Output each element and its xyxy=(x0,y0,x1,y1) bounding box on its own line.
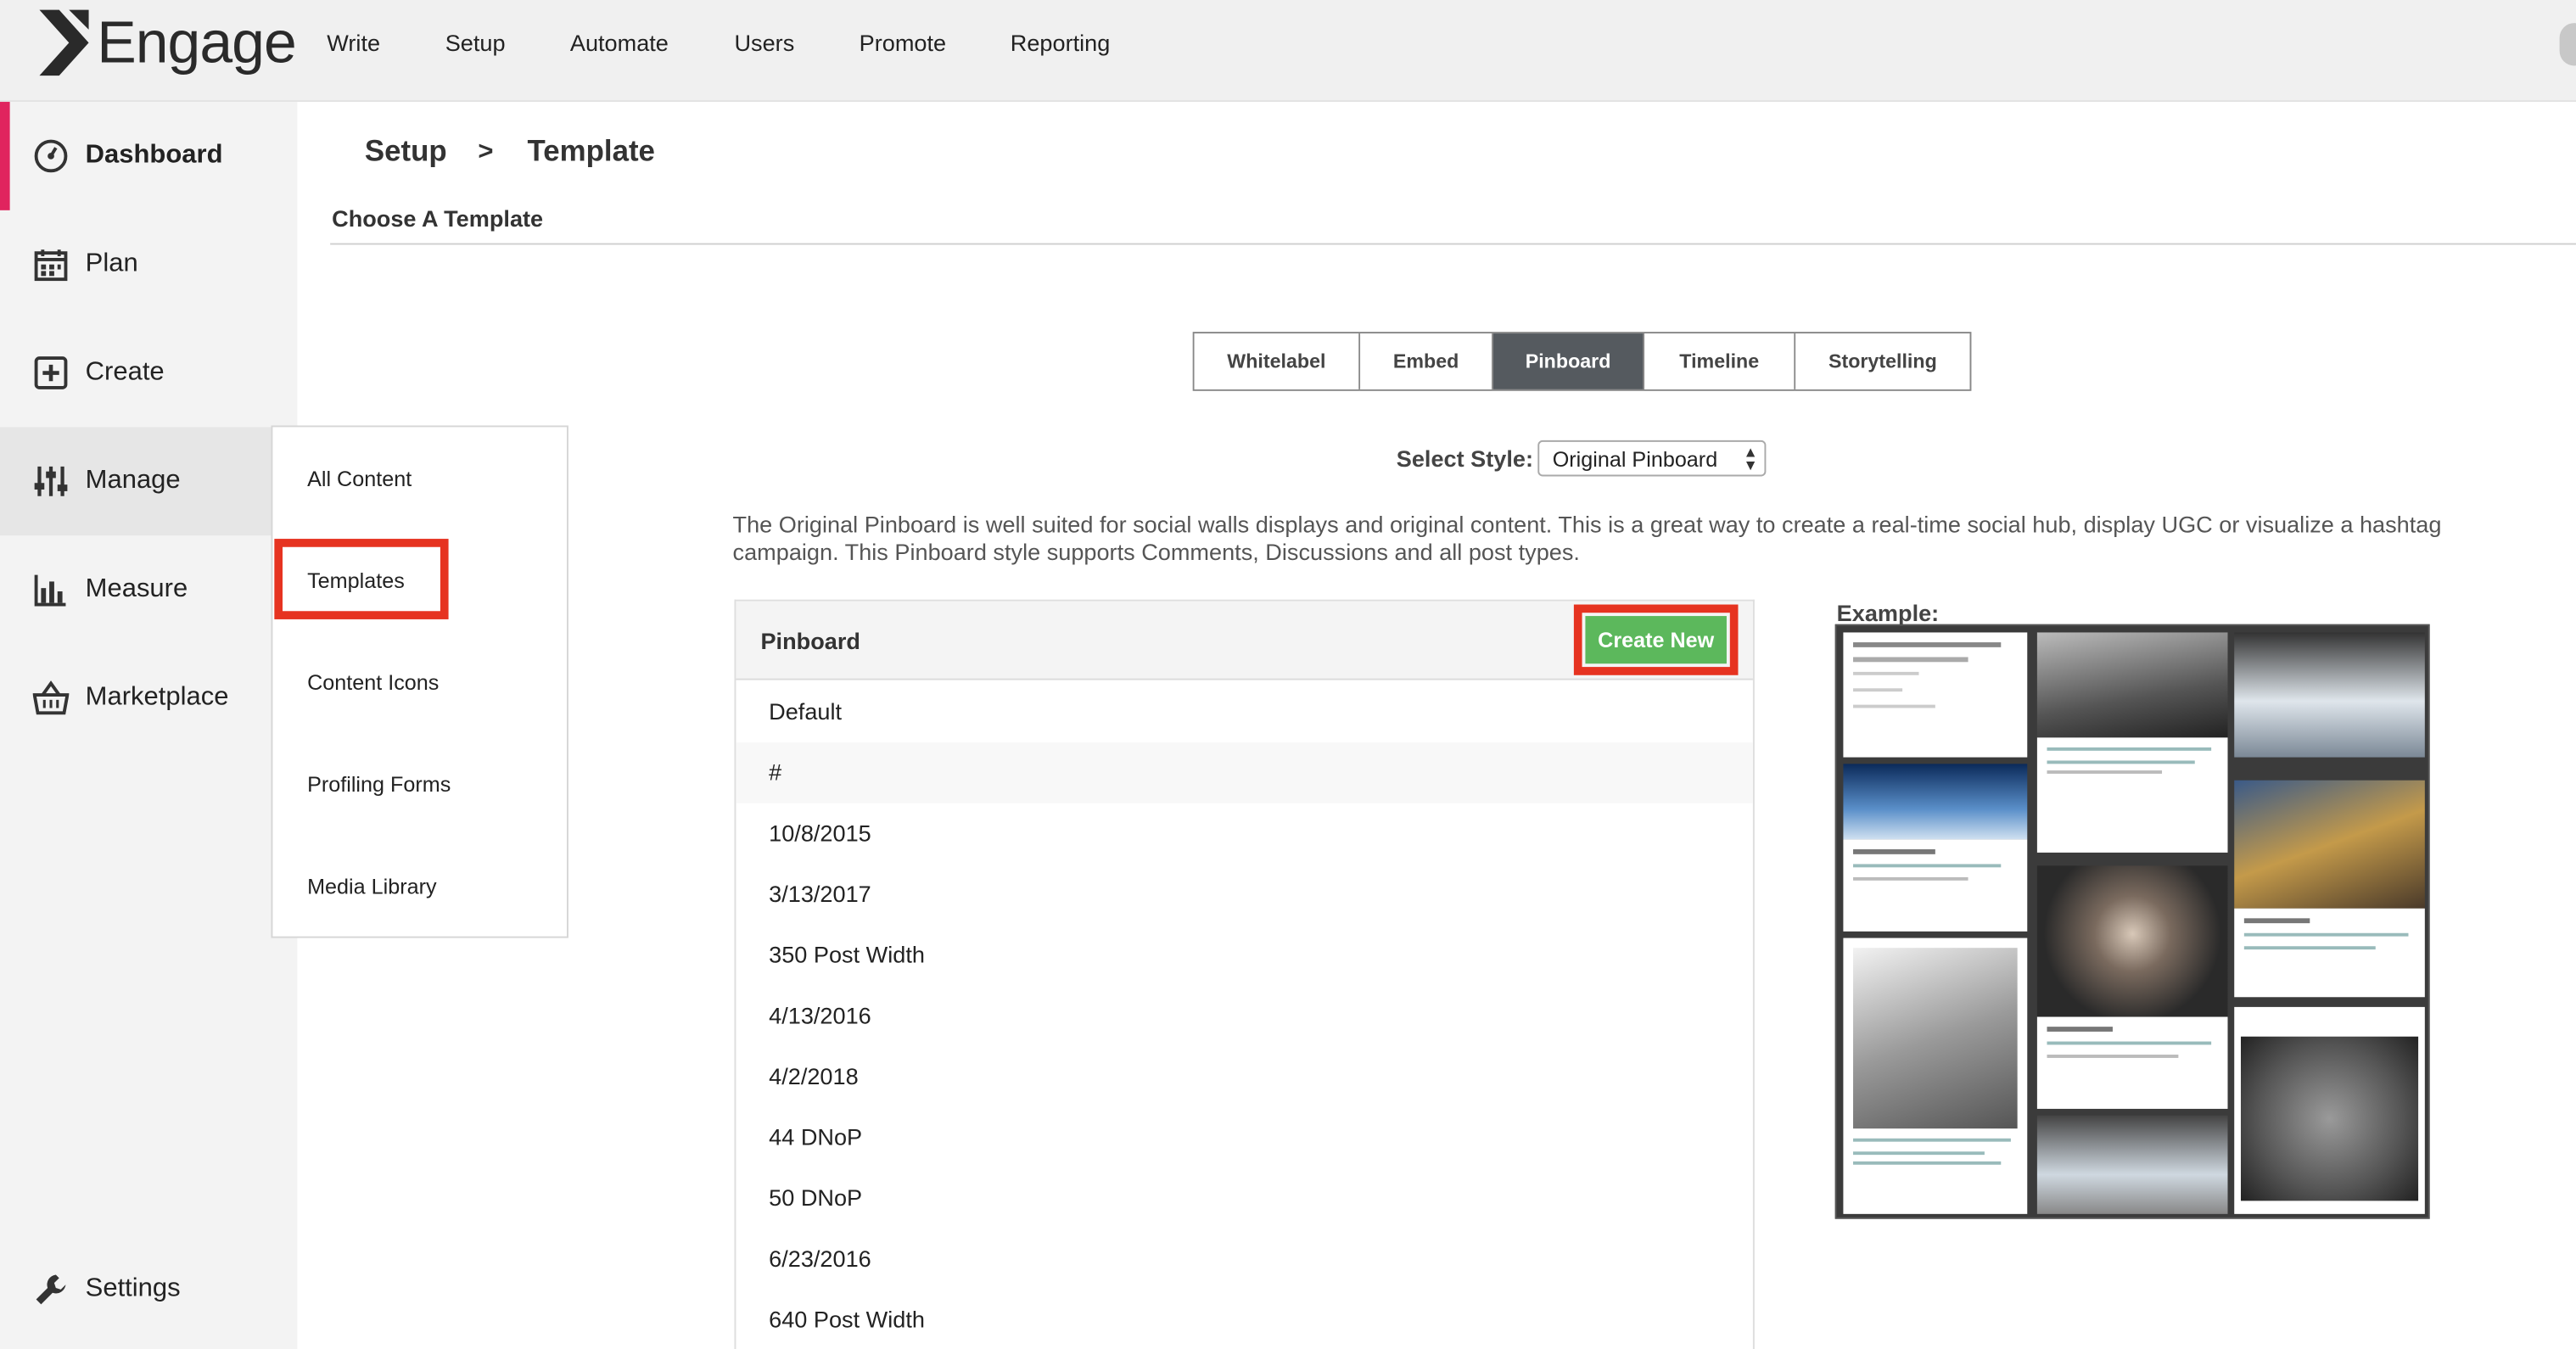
tab-whitelabel[interactable]: Whitelabel xyxy=(1194,333,1361,389)
style-select[interactable]: Original Pinboard ▲ ▼ xyxy=(1537,439,1767,477)
submenu-item-media-library[interactable]: Media Library xyxy=(307,874,437,898)
example-curiosity-card xyxy=(2036,1016,2228,1109)
template-row[interactable]: 44 DNoP xyxy=(736,1107,1753,1168)
example-poll-card xyxy=(1843,632,2028,758)
sidebar-label: Create xyxy=(85,358,165,387)
nav-setup[interactable]: Setup xyxy=(445,30,506,56)
example-tweet-card xyxy=(1843,839,2028,932)
tab-pinboard[interactable]: Pinboard xyxy=(1493,333,1645,389)
nav-reporting[interactable]: Reporting xyxy=(1011,30,1111,56)
example-nasa-card xyxy=(2036,737,2228,853)
panel-header: Pinboard Create New xyxy=(736,601,1753,680)
sidebar-item-marketplace[interactable]: Marketplace xyxy=(0,644,297,753)
submenu-item-templates[interactable]: Templates xyxy=(307,568,405,593)
basket-icon xyxy=(32,680,70,717)
nav-users[interactable]: Users xyxy=(734,30,794,56)
wrench-icon xyxy=(33,1272,70,1308)
select-arrows-icon: ▲ ▼ xyxy=(1743,443,1758,473)
engage-logo[interactable]: Engage xyxy=(36,7,297,79)
style-select-value: Original Pinboard xyxy=(1552,446,1718,472)
sidebar-label: Measure xyxy=(85,574,188,603)
template-row[interactable]: 10/8/2015 xyxy=(736,803,1753,865)
sidebar-label: Manage xyxy=(85,466,181,495)
sidebar-item-create[interactable]: Create xyxy=(0,319,297,428)
tab-embed[interactable]: Embed xyxy=(1360,333,1494,389)
template-row[interactable]: 350 Post Width xyxy=(736,925,1753,986)
tab-timeline[interactable]: Timeline xyxy=(1644,333,1796,389)
window-scroll-handle[interactable] xyxy=(2559,23,2576,66)
sidebar-label: Plan xyxy=(85,249,138,278)
sidebar-item-dashboard[interactable]: Dashboard xyxy=(0,102,297,210)
nav-automate[interactable]: Automate xyxy=(570,30,669,56)
example-launch-video xyxy=(2036,1115,2228,1214)
example-comet-card xyxy=(2234,1006,2425,1214)
template-row[interactable]: 3/13/2017 xyxy=(736,864,1753,925)
template-type-tabs: Whitelabel Embed Pinboard Timeline Story… xyxy=(1192,332,1972,391)
breadcrumb-current: Template xyxy=(527,134,655,168)
submenu-item-content-icons[interactable]: Content Icons xyxy=(307,670,439,695)
example-rocket-image xyxy=(2234,780,2425,909)
section-title: Choose A Template xyxy=(332,205,544,232)
nav-promote[interactable]: Promote xyxy=(860,30,946,56)
sidebar: Dashboard Plan Create Manage Measure Mar… xyxy=(0,102,298,1349)
example-label: Example: xyxy=(1836,599,1940,626)
example-fuel-tank-card xyxy=(2234,908,2425,998)
create-new-button[interactable]: Create New xyxy=(1585,616,1727,664)
template-row[interactable]: 50 DNoP xyxy=(736,1168,1753,1229)
template-row[interactable]: 6/23/2016 xyxy=(736,1229,1753,1290)
create-new-highlight-box: Create New xyxy=(1573,604,1739,675)
example-station-image xyxy=(2036,632,2228,738)
sidebar-label: Settings xyxy=(85,1274,181,1303)
example-astronaut-card xyxy=(1843,938,2028,1214)
submenu-item-profiling-forms[interactable]: Profiling Forms xyxy=(307,772,451,797)
engage-logo-icon xyxy=(39,9,89,76)
bar-chart-icon xyxy=(33,572,70,608)
sidebar-item-plan[interactable]: Plan xyxy=(0,210,297,319)
calendar-icon xyxy=(33,246,70,283)
template-row[interactable]: 4/13/2016 xyxy=(736,986,1753,1047)
section-divider xyxy=(330,243,2576,245)
example-hubble-video xyxy=(2234,632,2425,758)
sidebar-item-measure[interactable]: Measure xyxy=(0,535,297,644)
app-root: Engage Write Setup Automate Users Promot… xyxy=(0,0,2576,1349)
sidebar-item-settings[interactable]: Settings xyxy=(0,1235,297,1344)
pinboard-template-panel: Pinboard Create New Default # 10/8/2015 … xyxy=(734,599,1755,1349)
nav-write[interactable]: Write xyxy=(327,30,380,56)
template-row[interactable]: # xyxy=(736,742,1753,803)
top-bar: Engage Write Setup Automate Users Promot… xyxy=(0,0,2576,103)
tab-storytelling[interactable]: Storytelling xyxy=(1795,333,1970,389)
breadcrumb-parent[interactable]: Setup xyxy=(365,135,447,170)
manage-submenu: All Content Templates Content Icons Prof… xyxy=(271,425,568,938)
template-row[interactable]: Default xyxy=(736,682,1753,743)
sidebar-label: Dashboard xyxy=(85,141,223,170)
example-astronaut-portrait xyxy=(2036,865,2228,1017)
select-style-label: Select Style: xyxy=(1396,445,1533,472)
breadcrumb-separator: > xyxy=(478,137,494,166)
sliders-icon xyxy=(33,463,70,500)
style-description: The Original Pinboard is well suited for… xyxy=(732,511,2442,566)
template-row[interactable]: 4/2/2018 xyxy=(736,1046,1753,1107)
pinboard-example-image xyxy=(1834,624,2430,1219)
example-space-image xyxy=(1843,764,2028,840)
plus-square-icon xyxy=(33,355,70,391)
panel-title: Pinboard xyxy=(760,627,860,654)
dashboard-gauge-icon xyxy=(33,138,70,175)
sidebar-label: Marketplace xyxy=(85,683,229,712)
app-name: Engage xyxy=(97,8,296,76)
submenu-item-all-content[interactable]: All Content xyxy=(307,467,412,491)
template-row[interactable]: 640 Post Width xyxy=(736,1290,1753,1349)
sidebar-item-manage[interactable]: Manage xyxy=(0,427,298,536)
